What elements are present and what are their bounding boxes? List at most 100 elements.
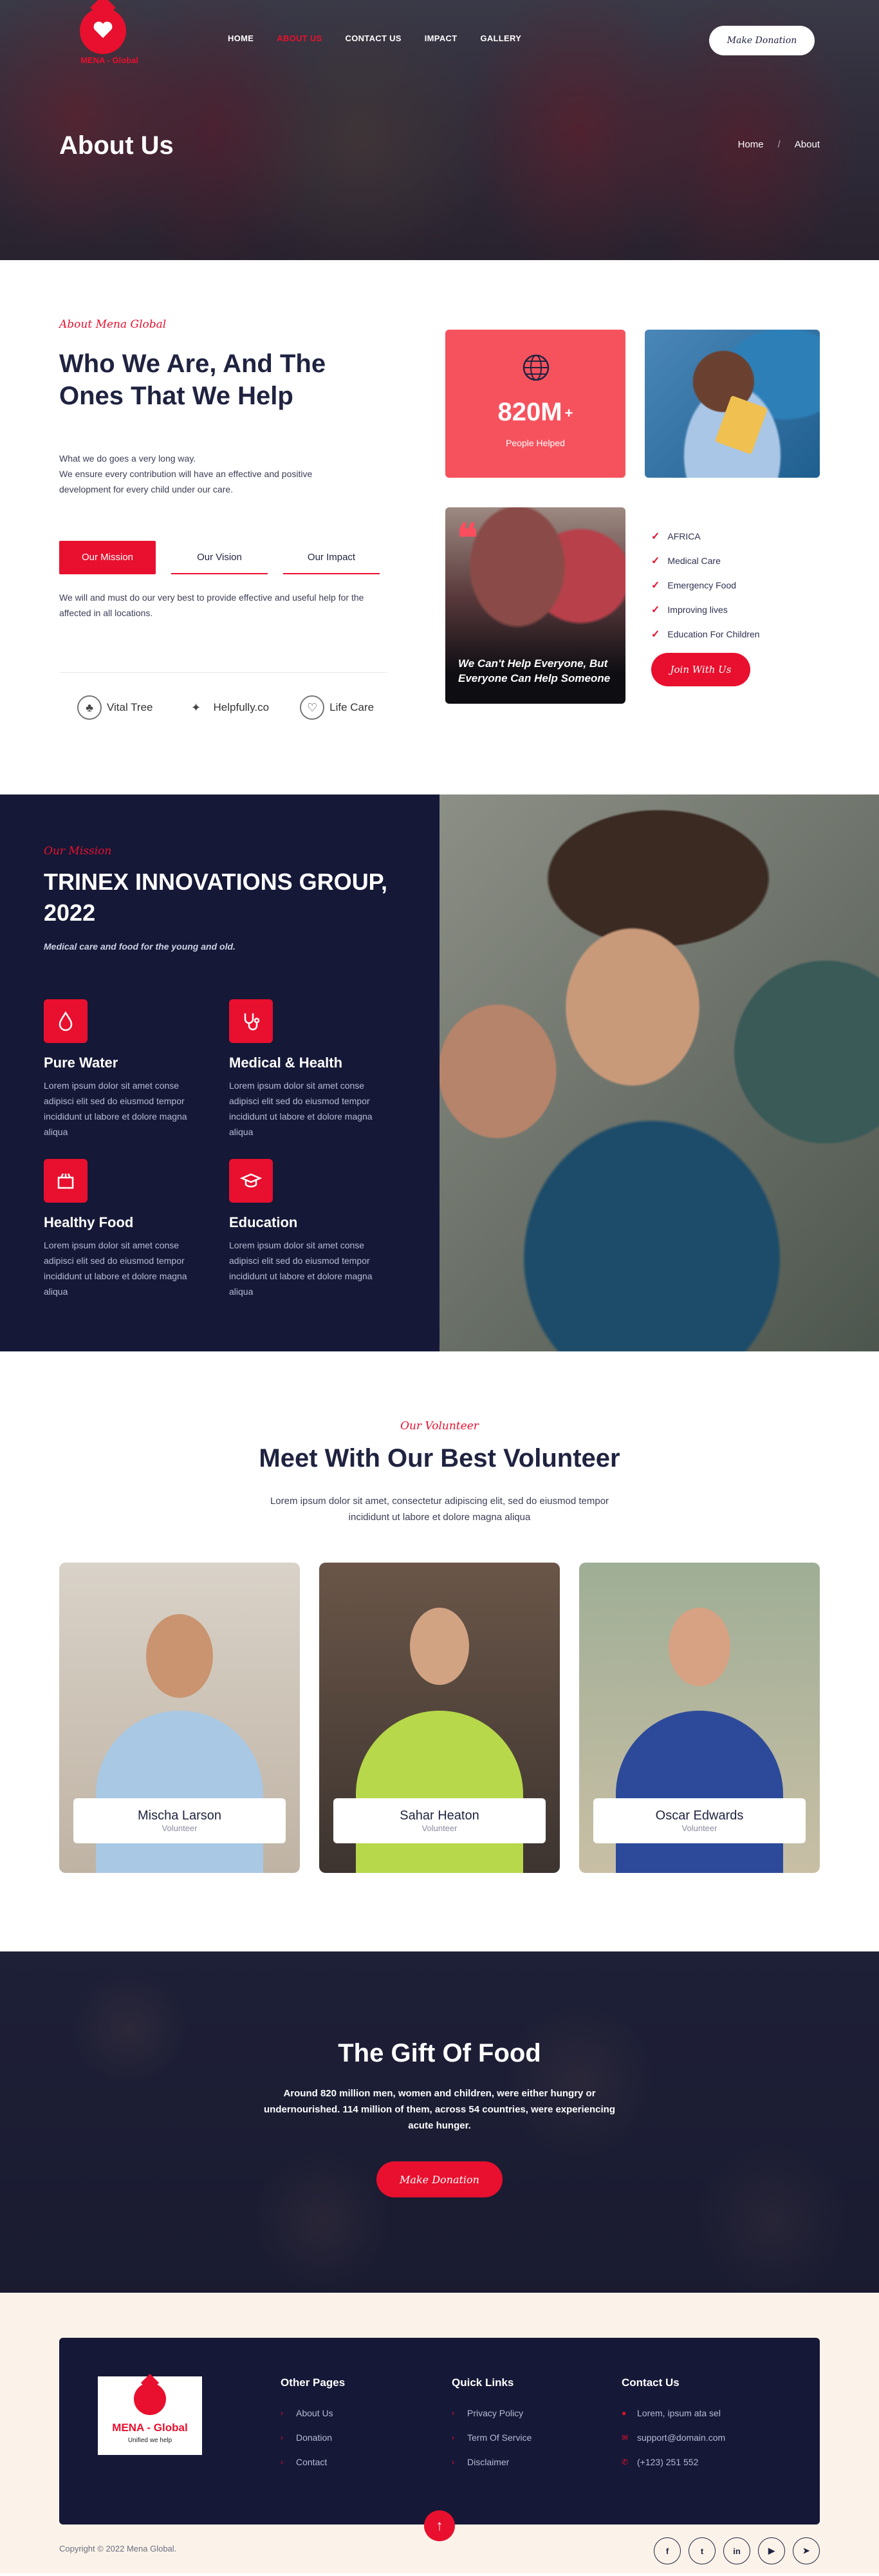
footer-col-title: Contact Us: [622, 2376, 680, 2389]
volunteers-heading: Meet With Our Best Volunteer: [259, 1444, 620, 1472]
tab-our-vision[interactable]: Our Vision: [171, 541, 268, 574]
volunteer-card-mischa[interactable]: Mischa Larson Volunteer: [59, 1563, 300, 1873]
feature-medical-health: Medical & Health Lorem ipsum dolor sit a…: [229, 999, 394, 1140]
footer-link[interactable]: › Term Of Service: [452, 2425, 532, 2450]
footer-col-title: Other Pages: [281, 2376, 346, 2389]
hero-banner: MENA - Global HOME ABOUT US CONTACT US I…: [0, 0, 879, 260]
social-links: f t in ▶ ➤: [654, 2537, 820, 2564]
quote-icon: ❝: [457, 516, 478, 559]
nav-gallery[interactable]: GALLERY: [480, 33, 521, 43]
linkedin-icon[interactable]: in: [723, 2537, 750, 2564]
volunteers-section: Our Volunteer Meet With Our Best Volunte…: [0, 1351, 879, 1951]
list-item: ✓ Medical Care: [651, 556, 721, 567]
footer-link[interactable]: › Contact: [281, 2450, 345, 2474]
footer-link[interactable]: › Donation: [281, 2425, 345, 2450]
volunteer-name: Sahar Heaton: [400, 1809, 479, 1823]
volunteer-face: [669, 1608, 730, 1686]
footer-other-pages: Other Pages › About Us › Donation › Contact: [281, 2376, 345, 2474]
mission-section: Our Mission TRINEX INNOVATIONS GROUP, 20…: [0, 794, 879, 1351]
footer-link[interactable]: › About Us: [281, 2401, 345, 2425]
people-helped-card: 820M + People Helped: [445, 330, 625, 478]
heart-icon: ♡: [300, 695, 325, 720]
breadcrumb-current: About: [778, 139, 820, 150]
footer: MENA - Global Unified we help Other Page…: [0, 2293, 879, 2573]
divider: [59, 672, 387, 673]
contact-email[interactable]: ✉ support@domain.com: [622, 2425, 725, 2450]
join-with-us-button[interactable]: Join With Us: [651, 653, 750, 686]
envelope-icon: ✉: [622, 2433, 629, 2442]
volunteer-name: Mischa Larson: [137, 1809, 222, 1823]
feature-text: Lorem ipsum dolor sit amet conse adipisc…: [229, 1080, 373, 1137]
list-item: ✓ Emergency Food: [651, 580, 737, 591]
footer-link[interactable]: › Privacy Policy: [452, 2401, 532, 2425]
chevron-right-icon: ›: [452, 2433, 454, 2442]
footer-logo[interactable]: MENA - Global Unified we help: [98, 2376, 202, 2455]
breadcrumb: Home About: [738, 139, 820, 150]
youtube-icon[interactable]: ▶: [758, 2537, 785, 2564]
about-heading: Who We Are, And The Ones That We Help: [59, 350, 326, 410]
partner-vital-tree[interactable]: ♣ Vital Tree: [77, 695, 153, 720]
children-photo: [439, 794, 879, 1351]
gift-of-food-section: The Gift Of Food Around 820 million men,…: [0, 1951, 879, 2293]
location-pin-icon: ●: [622, 2409, 627, 2418]
make-donation-button[interactable]: Make Donation: [709, 26, 815, 55]
food-box-icon: [44, 1159, 88, 1203]
about-intro-line-2: We ensure every contribution will have a…: [59, 469, 313, 494]
partner-name: Life Care: [329, 701, 375, 713]
mission-eyebrow: Our Mission: [44, 845, 112, 858]
tab-our-mission[interactable]: Our Mission: [59, 541, 156, 574]
check-icon: ✓: [651, 531, 660, 542]
twitter-icon[interactable]: t: [689, 2537, 716, 2564]
nav-home[interactable]: HOME: [228, 33, 254, 43]
footer-contact: Contact Us ● Lorem, ipsum ata sel ✉ suppor…: [622, 2376, 725, 2474]
scroll-to-top-button[interactable]: ↑: [424, 2510, 455, 2541]
graduation-cap-icon: [229, 1159, 273, 1203]
chevron-right-icon: ›: [281, 2409, 283, 2418]
volunteer-photo: [356, 1711, 523, 1873]
quote-card: ❝ We Can't Help Everyone, But Everyone C…: [445, 507, 625, 704]
volunteer-card-sahar[interactable]: Sahar Heaton Volunteer: [319, 1563, 560, 1873]
volunteer-role: Volunteer: [681, 1823, 717, 1833]
make-donation-cta[interactable]: Make Donation: [376, 2161, 503, 2197]
volunteer-face: [410, 1608, 469, 1685]
partner-life-care[interactable]: ♡ Life Care: [300, 695, 374, 720]
contact-phone[interactable]: ✆ (+123) 251 552: [622, 2450, 725, 2474]
brand-logo[interactable]: MENA - Global: [67, 5, 152, 67]
about-tabs: Our Mission Our Vision Our Impact: [59, 541, 380, 574]
breadcrumb-home[interactable]: Home: [738, 139, 764, 150]
nav-about-us[interactable]: ABOUT US: [277, 33, 322, 43]
footer-brand: MENA - Global: [112, 2421, 188, 2434]
main-nav: HOME ABOUT US CONTACT US IMPACT GALLERY: [228, 33, 521, 43]
check-icon: ✓: [651, 580, 660, 591]
gift-text: Around 820 million men, women and childr…: [264, 2088, 615, 2131]
feature-education: Education Lorem ipsum dolor sit amet con…: [229, 1159, 394, 1299]
facebook-icon[interactable]: f: [654, 2537, 681, 2564]
footer-link[interactable]: › Disclaimer: [452, 2450, 532, 2474]
globe-icon: [523, 354, 550, 381]
logo-drop-icon: [134, 2383, 166, 2415]
telegram-icon[interactable]: ➤: [793, 2537, 820, 2564]
volunteer-role: Volunteer: [162, 1823, 198, 1833]
partner-logos: ♣ Vital Tree ✦ Helpfully.co ♡ Life Care: [77, 695, 374, 720]
nav-impact[interactable]: IMPACT: [425, 33, 458, 43]
chevron-right-icon: ›: [452, 2458, 454, 2467]
volunteer-card-oscar[interactable]: Oscar Edwards Volunteer: [579, 1563, 820, 1873]
feature-title: Medical & Health: [229, 1055, 343, 1071]
chevron-right-icon: ›: [452, 2409, 454, 2418]
partner-helpfully[interactable]: ✦ Helpfully.co: [184, 695, 269, 720]
list-item: ✓ Education For Children: [651, 629, 760, 640]
feature-title: Healthy Food: [44, 1214, 134, 1230]
footer-tagline: Unified we help: [127, 2437, 172, 2444]
volunteer-name: Oscar Edwards: [655, 1809, 744, 1823]
nav-contact-us[interactable]: CONTACT US: [346, 33, 402, 43]
volunteer-nameplate: Sahar Heaton Volunteer: [333, 1798, 546, 1843]
mission-panel: Our Mission TRINEX INNOVATIONS GROUP, 20…: [0, 794, 439, 1351]
feature-title: Pure Water: [44, 1055, 118, 1071]
partner-name: Vital Tree: [107, 701, 153, 713]
volunteer-photo: [96, 1711, 263, 1873]
check-icon: ✓: [651, 556, 660, 567]
tree-icon: ♣: [77, 695, 102, 720]
tab-our-impact[interactable]: Our Impact: [283, 541, 380, 574]
chevron-right-icon: ›: [281, 2458, 283, 2467]
about-intro: What we do goes a very long way. We ensu…: [59, 451, 362, 497]
